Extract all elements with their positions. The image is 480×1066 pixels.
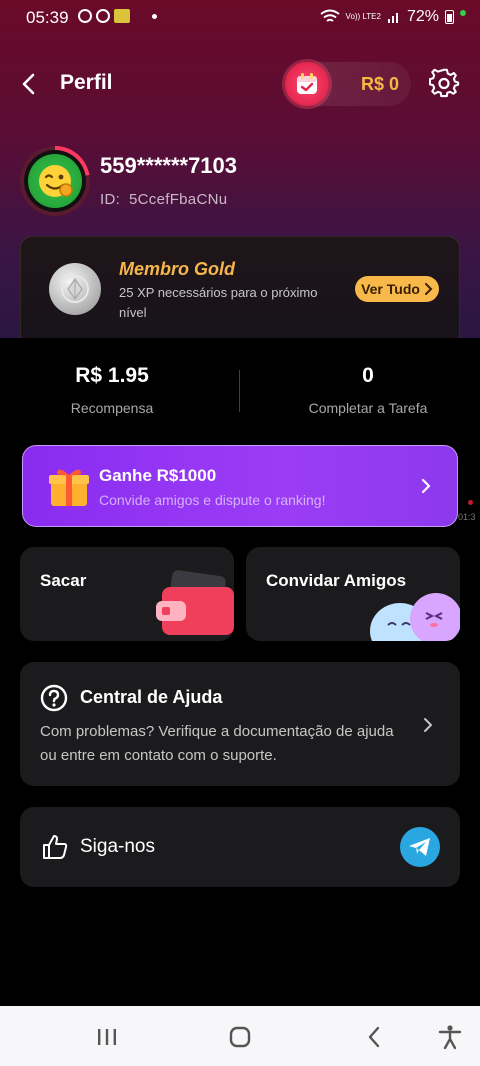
follow-label: Siga-nos bbox=[80, 836, 155, 857]
wallet-icon bbox=[156, 570, 234, 635]
stat-label: Completar a Tarefa bbox=[308, 400, 428, 416]
chevron-right-icon bbox=[421, 478, 431, 494]
help-center-card[interactable]: Central de Ajuda Com problemas? Verifiqu… bbox=[20, 662, 460, 786]
stat-reward[interactable]: R$ 1.95 Recompensa bbox=[12, 364, 212, 416]
help-title: Central de Ajuda bbox=[80, 687, 223, 707]
invite-friends-label: Convidar Amigos bbox=[266, 571, 407, 590]
status-right: Vo)) LTE2 72% bbox=[319, 8, 466, 26]
avatar[interactable] bbox=[20, 146, 90, 216]
stat-value: 0 bbox=[362, 364, 374, 387]
help-description: Com problemas? Verifique a documentação … bbox=[40, 723, 394, 764]
whatsapp-icon bbox=[96, 9, 110, 23]
privacy-indicator-dot bbox=[460, 10, 466, 16]
back-button[interactable] bbox=[16, 70, 44, 98]
user-id-label: ID: bbox=[100, 191, 121, 208]
stat-label: Recompensa bbox=[70, 400, 154, 416]
stat-value: R$ 1.95 bbox=[75, 364, 149, 387]
chevron-left-icon bbox=[22, 73, 35, 95]
network-type: Vo)) LTE2 bbox=[345, 12, 381, 21]
invite-subtitle: Convide amigos e dispute o ranking! bbox=[99, 492, 326, 508]
membership-description: 25 XP necessários para o próximo nível bbox=[119, 285, 318, 320]
help-circle-icon bbox=[40, 684, 68, 712]
thumbs-up-icon bbox=[43, 835, 68, 859]
settings-button[interactable] bbox=[428, 68, 461, 100]
gift-icon bbox=[49, 469, 89, 506]
view-all-button[interactable]: Ver Tudo bbox=[355, 276, 439, 302]
status-bar: 05:39 Vo)) LTE2 72% bbox=[0, 0, 480, 34]
telegram-button[interactable] bbox=[400, 827, 440, 867]
more-notifications-dot-icon bbox=[152, 13, 157, 19]
home-icon[interactable] bbox=[227, 1024, 253, 1050]
notification-icons bbox=[78, 9, 157, 23]
view-all-label: Ver Tudo bbox=[361, 281, 420, 297]
signal-icon bbox=[387, 13, 398, 23]
stat-tasks[interactable]: 0 Completar a Tarefa bbox=[268, 364, 468, 416]
membership-title: Membro Gold bbox=[119, 259, 235, 279]
withdraw-label: Sacar bbox=[40, 571, 87, 590]
calendar-check-icon bbox=[285, 62, 329, 106]
at-sign-icon bbox=[78, 9, 92, 23]
invite-friends-card[interactable]: Convidar Amigos bbox=[246, 547, 460, 641]
battery-icon bbox=[445, 10, 454, 24]
gear-icon bbox=[428, 68, 460, 98]
friends-mascots-icon bbox=[370, 593, 460, 641]
username: 559******7103 bbox=[100, 153, 238, 178]
telegram-icon bbox=[409, 838, 430, 856]
back-nav-icon[interactable] bbox=[362, 1024, 388, 1050]
user-id-value: 5CcefFbaCNu bbox=[129, 191, 228, 208]
chevron-right-icon bbox=[424, 283, 433, 295]
system-navigation-bar bbox=[0, 1006, 480, 1066]
wallet-amount: R$ 0 bbox=[360, 74, 399, 94]
recent-apps-icon[interactable] bbox=[94, 1024, 120, 1050]
silver-medal-icon bbox=[49, 263, 101, 315]
app-notification-icon bbox=[114, 9, 130, 23]
wallet-balance-button[interactable]: R$ 0 bbox=[285, 62, 411, 106]
stats-section: R$ 1.95 Recompensa 0 Completar a Tarefa bbox=[0, 338, 480, 438]
wifi-icon bbox=[319, 9, 340, 22]
divider bbox=[239, 370, 240, 412]
accessibility-icon[interactable] bbox=[437, 1024, 463, 1050]
membership-card: Membro Gold 25 XP necessários para o pró… bbox=[20, 236, 460, 346]
emoji-avatar-icon bbox=[28, 154, 82, 208]
invite-banner[interactable]: Ganhe R$1000 Convide amigos e dispute o … bbox=[22, 445, 458, 527]
chevron-right-icon bbox=[424, 718, 432, 732]
user-id: ID: 5CcefFbaCNu bbox=[100, 191, 227, 208]
page-title: Perfil bbox=[60, 71, 113, 94]
invite-title: Ganhe R$1000 bbox=[99, 466, 217, 485]
withdraw-card[interactable]: Sacar bbox=[20, 547, 234, 641]
follow-us-card[interactable]: Siga-nos bbox=[20, 807, 460, 887]
status-time: 05:39 bbox=[26, 8, 69, 27]
overlay-timer: 01:3 bbox=[458, 512, 476, 522]
recording-dot-icon bbox=[468, 500, 473, 505]
battery-percent: 72% bbox=[406, 8, 439, 25]
